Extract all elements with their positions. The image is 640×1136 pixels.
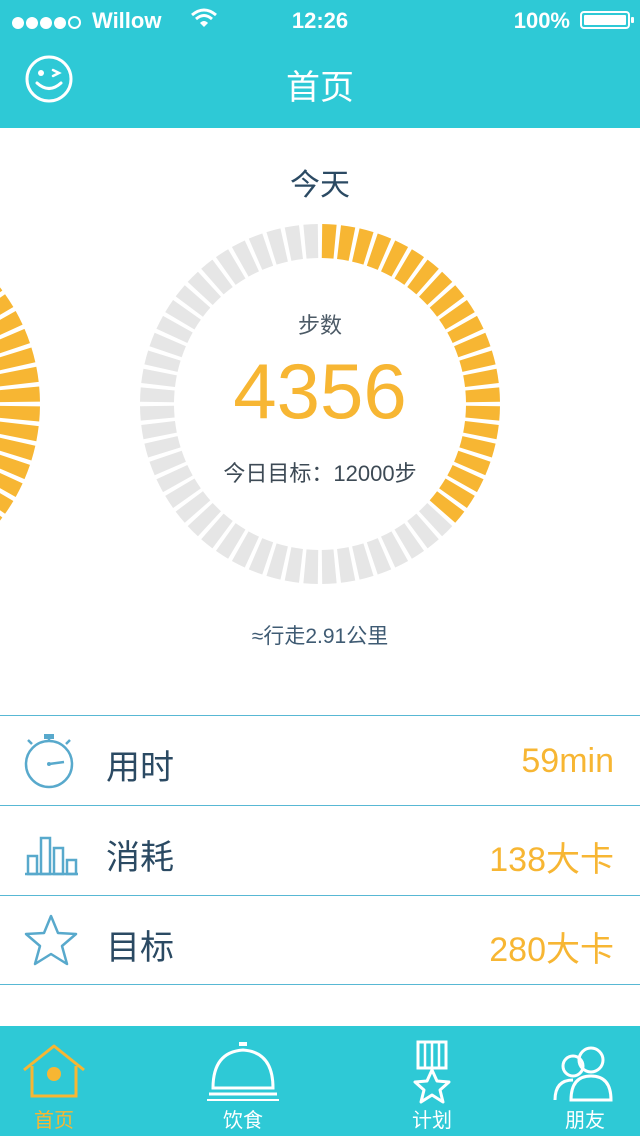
friends-icon	[553, 1046, 613, 1102]
ring-segment	[284, 547, 303, 583]
daily-goal-text: 今日目标：12000步	[223, 461, 417, 486]
tab-label: 首页	[34, 1110, 74, 1132]
stat-row-time[interactable]: 用时 59min	[0, 715, 640, 805]
steps-label: 步数	[297, 313, 342, 338]
food-cloche-icon	[207, 1042, 279, 1101]
stopwatch-icon	[24, 734, 74, 789]
stat-row-goal[interactable]: 目标 280大卡	[0, 895, 640, 985]
plan-medal-icon	[413, 1040, 451, 1104]
tab-label: 饮食	[223, 1110, 263, 1132]
ring-segment	[321, 549, 337, 584]
ring-segment	[303, 549, 319, 584]
stat-value: 59min	[521, 742, 614, 780]
stat-label: 目标	[106, 929, 174, 967]
ring-segment	[284, 225, 303, 261]
bar-chart-icon	[25, 836, 78, 876]
distance-text: ≈行走2.91公里	[251, 625, 389, 648]
tab-bar: 首页 饮食 计划 朋友	[0, 1026, 640, 1136]
stat-value: 280大卡	[489, 931, 614, 969]
ring-segment	[337, 225, 356, 261]
tab-friends[interactable]: 朋友	[525, 1026, 640, 1136]
tab-plan[interactable]: 计划	[372, 1026, 492, 1136]
home-icon	[23, 1044, 85, 1098]
star-icon	[24, 914, 78, 966]
tab-home[interactable]: 首页	[0, 1026, 114, 1136]
ring-segment	[337, 547, 356, 583]
tab-label: 朋友	[565, 1110, 605, 1132]
tab-label: 计划	[412, 1110, 452, 1132]
stat-row-calories-burned[interactable]: 消耗 138大卡	[0, 805, 640, 895]
stat-value: 138大卡	[489, 841, 614, 879]
steps-count: 4356	[233, 347, 407, 435]
tab-food[interactable]: 饮食	[183, 1026, 303, 1136]
ring-segment	[303, 224, 319, 259]
stat-label: 用时	[106, 749, 174, 787]
stat-label: 消耗	[106, 839, 174, 877]
ring-segment	[321, 224, 337, 259]
